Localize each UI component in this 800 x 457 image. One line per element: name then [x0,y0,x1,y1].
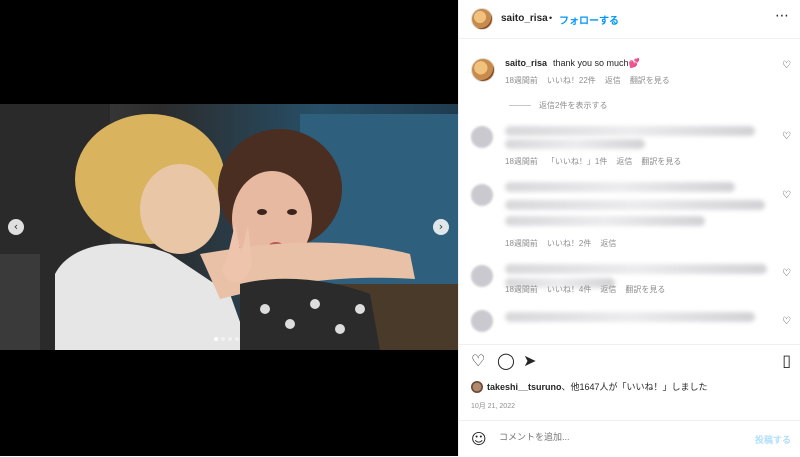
comment-avatar[interactable] [471,126,493,148]
comment-reply[interactable]: 返信 [600,238,616,249]
caption-text: thank you so much💕 [553,58,640,68]
comment-likes[interactable]: いいね！4件 [547,284,591,295]
like-comment-icon[interactable]: ♡ [782,190,791,201]
comment-avatar[interactable] [471,265,493,287]
like-icon[interactable]: ♡ [471,351,485,370]
comment-avatar[interactable] [471,184,493,206]
header-separator: • [549,13,553,23]
more-options-icon[interactable]: ⋯ [775,8,789,24]
post-media: ‹ › [0,0,458,456]
comment-avatar[interactable] [471,310,493,332]
comment-translate[interactable]: 翻訳を見る [641,156,681,167]
blurred-comment-text [505,200,765,210]
liker-avatar[interactable] [471,380,483,393]
carousel-dot [214,337,218,341]
post-header: saito_risa • フォローする ⋯ [459,0,800,39]
save-bookmark-icon[interactable]: ▯ [782,351,791,370]
comment-meta: 18週間前 いいね！2件 返信 [505,238,616,249]
caption-likes[interactable]: いいね！22件 [547,75,596,86]
comment-time: 18週間前 [505,157,538,166]
like-comment-icon[interactable]: ♡ [782,316,791,327]
like-comment-icon[interactable]: ♡ [782,60,791,71]
carousel-dot [235,337,239,341]
replies-divider [509,105,531,107]
liker-username[interactable]: takeshi__tsuruno [487,382,562,392]
like-comment-icon[interactable]: ♡ [782,131,791,142]
caption-time: 18週間前 [505,76,538,85]
show-replies-link[interactable]: 返信2件を表示する [509,100,607,111]
caption-avatar[interactable] [471,58,495,82]
emoji-icon[interactable]: ☺ [471,430,487,448]
header-username[interactable]: saito_risa [501,13,548,24]
comment-reply[interactable]: 返信 [616,156,632,167]
comment-time: 18週間前 [505,239,538,248]
comments-list: saito_risa thank you so much💕 ♡ 18週間前 いい… [459,40,800,340]
caption-meta: 18週間前 いいね！22件 返信 翻訳を見る [505,75,670,86]
blurred-comment-text [505,216,705,226]
next-arrow-icon[interactable]: › [433,219,449,235]
post-sidebar: saito_risa • フォローする ⋯ saito_risa thank y… [458,0,800,456]
likes-count-text[interactable]: 、他1647人が「いいね！」しました [562,382,708,392]
comment-translate[interactable]: 翻訳を見る [625,284,665,295]
like-comment-icon[interactable]: ♡ [782,268,791,279]
follow-button[interactable]: フォローする [559,12,619,27]
carousel-dot [221,337,225,341]
comment-likes[interactable]: 「いいね！」1件 [547,156,607,167]
show-replies-label: 返信2件を表示する [539,101,608,110]
caption-username[interactable]: saito_risa [505,58,547,68]
blurred-comment-text [505,126,755,136]
likes-summary: takeshi__tsuruno、他1647人が「いいね！」しました [471,380,708,393]
carousel-indicator [214,337,239,341]
comment-likes[interactable]: いいね！2件 [547,238,591,249]
carousel-dot [228,337,232,341]
caption-reply[interactable]: 返信 [605,75,621,86]
comment-meta: 18週間前 「いいね！」1件 返信 翻訳を見る [505,156,681,167]
comment-meta: 18週間前 いいね！4件 返信 翻訳を見る [505,284,665,295]
comment-time: 18週間前 [505,285,538,294]
post-actions: ♡ ◯ ➤ ▯ [459,344,800,375]
post-comment-button[interactable]: 投稿する [755,433,791,446]
avatar[interactable] [471,8,493,30]
previous-arrow-icon[interactable]: ‹ [8,219,24,235]
photo-illustration [0,104,458,350]
blurred-comment-text [505,264,767,274]
comment-input[interactable] [497,431,741,443]
comment-icon[interactable]: ◯ [497,351,515,370]
post-date[interactable]: 10月 21, 2022 [471,401,515,411]
comment-reply[interactable]: 返信 [600,284,616,295]
post-photo[interactable] [0,104,458,350]
caption-translate[interactable]: 翻訳を見る [630,75,670,86]
blurred-comment-text [505,139,645,149]
share-icon[interactable]: ➤ [523,351,536,370]
blurred-comment-text [505,182,735,192]
add-comment-bar: ☺ 投稿する [459,420,800,457]
blurred-comment-text [505,312,755,322]
